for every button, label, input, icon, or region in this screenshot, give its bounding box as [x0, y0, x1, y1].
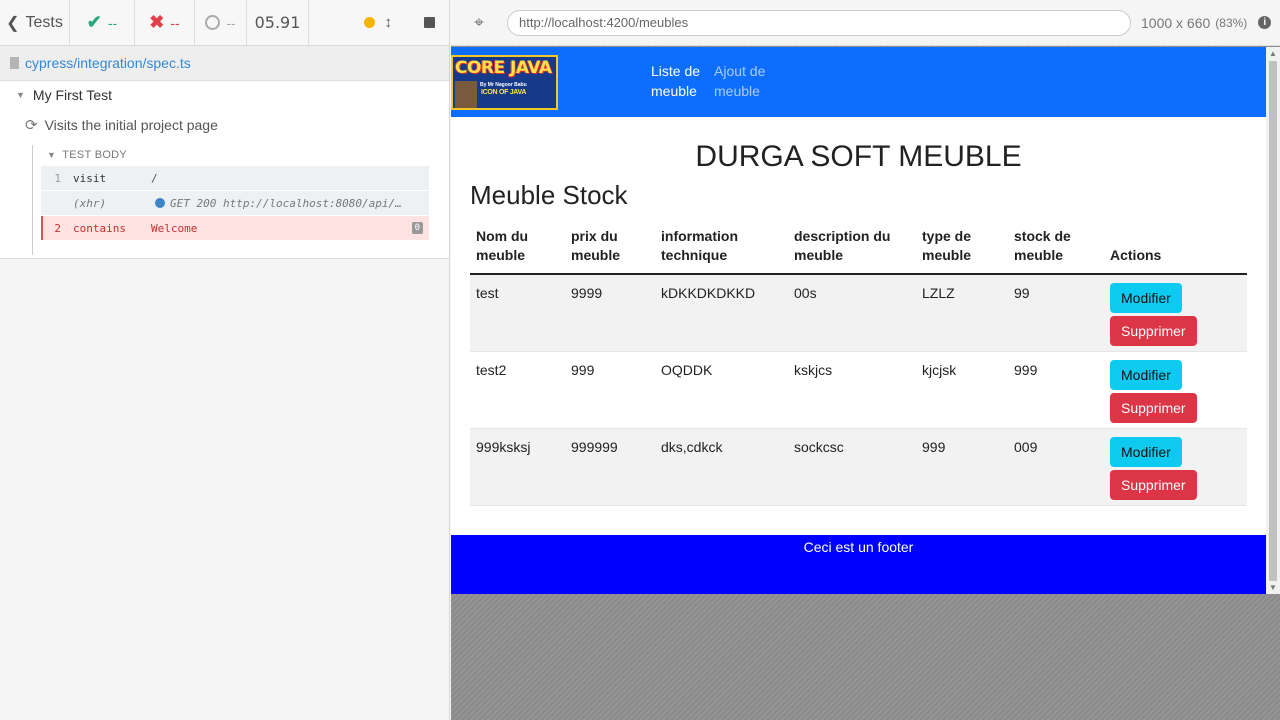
suite-title[interactable]: ▼ My First Test: [16, 87, 112, 103]
aut-header: ⌖ http://localhost:4200/meubles 1000 x 6…: [451, 0, 1280, 46]
viewport-info: 1000 x 660 (83%) i: [1141, 14, 1272, 31]
running-status-icon: [363, 17, 375, 28]
caret-down-icon: ▼: [47, 150, 57, 160]
app-under-test-area: ⌖ http://localhost:4200/meubles 1000 x 6…: [451, 0, 1280, 720]
supprimer-button[interactable]: Supprimer: [1110, 469, 1197, 500]
iframe-scrollbar[interactable]: ▲ ▼: [1266, 47, 1280, 594]
nav-ajout-meuble[interactable]: Ajout de meuble: [714, 61, 774, 101]
command-xhr[interactable]: (xhr) GET 200 http://localhost:8080/api/…: [41, 191, 429, 215]
match-count-badge: 0: [411, 222, 423, 234]
supprimer-button[interactable]: Supprimer: [1110, 316, 1197, 346]
column-header: Actions: [1104, 221, 1247, 275]
meubles-table: Nom du meuble prix du meuble information…: [470, 221, 1247, 506]
chevron-left-icon: ❮: [6, 14, 20, 32]
scroll-down-icon[interactable]: ▼: [1269, 583, 1277, 592]
url-display: http://localhost:4200/meubles: [507, 9, 1131, 36]
column-header: Nom du meuble: [470, 221, 565, 275]
reporter-header: ❮ Tests ✔ -- ✖ -- -- 05.91 ↕: [0, 0, 449, 46]
column-header: information technique: [655, 221, 788, 275]
failed-count: ✖ --: [135, 0, 195, 45]
column-header: description du meuble: [788, 221, 916, 275]
app-navbar: CORE JAVA By Mr Nagoor Babu ICON OF JAVA…: [451, 47, 1266, 117]
nav-liste-meuble[interactable]: Liste de meuble: [651, 61, 701, 101]
command-contains[interactable]: 2 contains Welcome 0: [41, 216, 429, 240]
core-java-logo: CORE JAVA By Mr Nagoor Babu ICON OF JAVA: [451, 55, 558, 110]
page-title: DURGA SOFT MEUBLE: [695, 140, 1022, 173]
back-to-tests-button[interactable]: ❮ Tests: [0, 0, 70, 45]
command-visit[interactable]: 1 visit /: [41, 166, 429, 190]
tests-label: Tests: [25, 13, 63, 31]
spec-path-bar: cypress/integration/spec.ts: [0, 46, 449, 81]
supprimer-button[interactable]: Supprimer: [1110, 392, 1197, 423]
run-duration: 05.91: [247, 0, 309, 45]
test-title[interactable]: ⟳ Visits the initial project page: [25, 116, 218, 134]
scrollbar-thumb[interactable]: [1269, 61, 1277, 581]
test-body-header[interactable]: ▼ TEST BODY: [47, 149, 432, 161]
stop-button[interactable]: [424, 17, 435, 28]
modifier-button[interactable]: Modifier: [1110, 283, 1182, 313]
cross-icon: ✖: [149, 12, 165, 32]
modifier-button[interactable]: Modifier: [1110, 436, 1182, 467]
table-row: test2 999 OQDDK kskjcs kjcjsk 999 Modifi…: [470, 351, 1247, 429]
auto-scroll-icon[interactable]: ↕: [385, 14, 393, 31]
section-title: Meuble Stock: [470, 180, 628, 210]
table-row: 999ksksj 999999 dks,cdkck sockcsc 999 00…: [470, 428, 1247, 506]
runner-controls: ↕: [309, 0, 449, 45]
refresh-icon: ⟳: [25, 117, 38, 134]
circle-notch-icon: [205, 15, 221, 30]
table-header-row: Nom du meuble prix du meuble information…: [470, 221, 1247, 275]
xhr-status-icon: [155, 198, 165, 208]
spec-file-link[interactable]: cypress/integration/spec.ts: [25, 55, 191, 71]
modifier-button[interactable]: Modifier: [1110, 359, 1182, 390]
check-icon: ✔: [86, 12, 102, 32]
test-body: ▼ TEST BODY 1 visit / (xhr) GET 200 http…: [32, 145, 432, 255]
column-header: type de meuble: [916, 221, 1008, 275]
viewport-size: 1000 x 660: [1141, 14, 1211, 31]
app-iframe: CORE JAVA By Mr Nagoor Babu ICON OF JAVA…: [451, 47, 1266, 594]
test-tree: ▼ My First Test ⟳ Visits the initial pro…: [0, 81, 449, 259]
viewport-scale: (83%): [1215, 15, 1248, 30]
info-icon[interactable]: i: [1258, 16, 1272, 29]
selector-playground-icon[interactable]: ⌖: [451, 13, 507, 33]
caret-down-icon: ▼: [16, 90, 25, 100]
table-row: test 9999 kDKKDKDKKD 00s LZLZ 99 Modifie…: [470, 274, 1247, 352]
passed-count: ✔ --: [70, 0, 135, 45]
column-header: stock de meuble: [1008, 221, 1104, 275]
scroll-up-icon[interactable]: ▲: [1269, 49, 1277, 58]
app-footer: Ceci est un footer: [451, 535, 1266, 594]
file-icon: [10, 57, 19, 69]
pending-count: --: [195, 0, 247, 45]
cypress-reporter: ❮ Tests ✔ -- ✖ -- -- 05.91 ↕ cypress/int…: [0, 0, 450, 720]
column-header: prix du meuble: [565, 221, 655, 275]
